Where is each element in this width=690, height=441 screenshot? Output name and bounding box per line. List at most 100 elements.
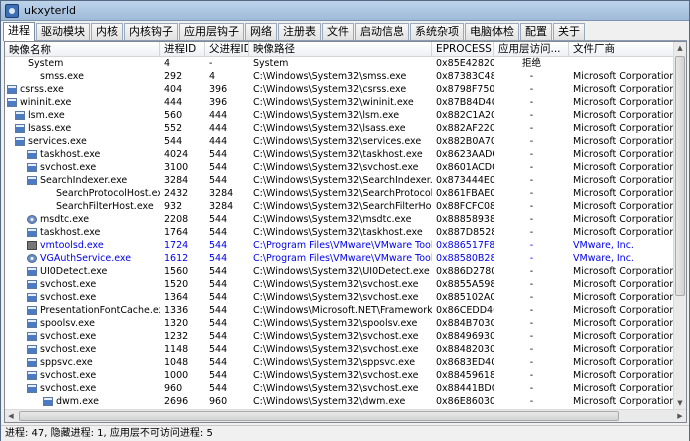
column-ppid[interactable]: 父进程ID (205, 42, 249, 57)
table-row[interactable]: dwm.exe 2696 960 C:\Windows\System32\dwm.ex… (5, 395, 675, 408)
cell-image-path: C:\Windows\System32\svchost.exe (253, 370, 419, 381)
cell-eprocess: 0x861FBAE0 (436, 188, 494, 199)
horizontal-scroll-thumb[interactable] (19, 411, 619, 421)
table-row[interactable]: System 4 - System 0x85E42820 拒绝 (5, 57, 675, 70)
table-row[interactable]: SearchProtocolHost.exe 2432 3284 C:\Windows… (5, 187, 675, 200)
cell-pid: 1232 (164, 331, 189, 342)
tab-3[interactable]: 内核钩子 (124, 23, 178, 40)
column-eprocess[interactable]: EPROCESS (432, 42, 494, 57)
tab-5[interactable]: 网络 (245, 23, 277, 40)
process-name: msdtc.exe (40, 214, 90, 225)
tab-1[interactable]: 驱动模块 (36, 23, 90, 40)
process-name: svchost.exe (40, 370, 97, 381)
cell-image-path: C:\Windows\System32\svchost.exe (253, 279, 419, 290)
vmware-icon (27, 241, 37, 250)
table-row[interactable]: wininit.exe 444 396 C:\Windows\System32\win… (5, 96, 675, 109)
title-bar[interactable]: ukxyterld (1, 1, 689, 21)
table-row[interactable]: spoolsv.exe 1320 544 C:\Windows\System32\sp… (5, 317, 675, 330)
cell-ppid: 544 (209, 266, 228, 277)
process-name: System (28, 58, 64, 69)
process-window-icon (15, 111, 25, 120)
cell-eprocess: 0x886517F8 (436, 240, 494, 251)
tab-7[interactable]: 文件 (322, 23, 354, 40)
cell-user-access: - (529, 136, 534, 147)
table-row[interactable]: taskhost.exe 1764 544 C:\Windows\System32\t… (5, 226, 675, 239)
table-row[interactable]: taskhost.exe 4024 544 C:\Windows\System32\t… (5, 148, 675, 161)
process-name: lsm.exe (28, 110, 65, 121)
cell-image-path: C:\Windows\System32\SearchProtocolHost..… (253, 188, 432, 199)
table-row[interactable]: svchost.exe 1364 544 C:\Windows\System32\sv… (5, 291, 675, 304)
cell-file-vendor: Microsoft Corporation (573, 123, 675, 134)
cell-pid: 552 (164, 123, 183, 134)
tab-8[interactable]: 启动信息 (355, 23, 409, 40)
table-row[interactable]: VGAuthService.exe 1612 544 C:\Program Files… (5, 252, 675, 265)
cell-image-name: spoolsv.exe (5, 317, 160, 330)
process-list[interactable]: 映像名称 进程ID 父进程ID 映像路径 EPROCESS 应用层访问... 文… (4, 41, 687, 423)
tab-0[interactable]: 进程 (3, 22, 35, 41)
table-row[interactable]: SearchFilterHost.exe 932 3284 C:\Windows\Sy… (5, 200, 675, 213)
cell-file-vendor: VMware, Inc. (573, 240, 634, 251)
table-row[interactable]: msdtc.exe 2208 544 C:\Windows\System32\msdt… (5, 213, 675, 226)
table-row[interactable]: PresentationFontCache.exe 1336 544 C:\Windo… (5, 304, 675, 317)
process-name: services.exe (28, 136, 87, 147)
cell-eprocess: 0x8601ACD0 (436, 162, 494, 173)
cell-eprocess: 0x88482030 (436, 344, 494, 355)
cell-user-access: - (529, 149, 534, 160)
cell-file-vendor: Microsoft Corporation (573, 149, 675, 160)
column-user-access[interactable]: 应用层访问... (494, 42, 569, 57)
tab-6[interactable]: 注册表 (278, 23, 321, 40)
vertical-scrollbar[interactable]: ▲ ▼ (673, 42, 686, 409)
tab-10[interactable]: 电脑体检 (465, 23, 519, 40)
table-row[interactable]: svchost.exe 1232 544 C:\Windows\System32\sv… (5, 330, 675, 343)
table-row[interactable]: lsm.exe 560 444 C:\Windows\System32\lsm.exe… (5, 109, 675, 122)
column-file-vendor[interactable]: 文件厂商 (569, 42, 675, 57)
cell-ppid: 544 (209, 149, 228, 160)
column-image-name[interactable]: 映像名称 (5, 42, 160, 57)
service-gear-icon (27, 254, 37, 263)
cell-pid: 2696 (164, 396, 189, 407)
cell-user-access: - (529, 201, 534, 212)
table-row[interactable]: smss.exe 292 4 C:\Windows\System32\smss.exe… (5, 70, 675, 83)
app-icon (5, 3, 19, 18)
cell-user-access: - (529, 110, 534, 121)
tab-4[interactable]: 应用层钩子 (179, 23, 244, 40)
scroll-up-icon[interactable]: ▲ (674, 42, 686, 54)
cell-image-name: svchost.exe (5, 369, 160, 382)
column-image-path[interactable]: 映像路径 (249, 42, 432, 57)
table-row[interactable]: lsass.exe 552 444 C:\Windows\System32\lsass… (5, 122, 675, 135)
scroll-down-icon[interactable]: ▼ (674, 397, 686, 409)
table-row[interactable]: svchost.exe 1000 544 C:\Windows\System32\sv… (5, 369, 675, 382)
tab-9[interactable]: 系统杂项 (410, 23, 464, 40)
table-row[interactable]: SearchIndexer.exe 3284 544 C:\Windows\Syste… (5, 174, 675, 187)
cell-eprocess: 0x88459618 (436, 370, 494, 381)
process-window-icon (27, 280, 37, 289)
table-row[interactable]: vmtoolsd.exe 1724 544 C:\Program Files\VMwa… (5, 239, 675, 252)
table-row[interactable]: svchost.exe 960 544 C:\Windows\System32\svc… (5, 382, 675, 395)
scroll-right-icon[interactable]: ▶ (674, 410, 686, 422)
table-row[interactable]: svchost.exe 1520 544 C:\Windows\System32\sv… (5, 278, 675, 291)
cell-ppid: 960 (209, 396, 228, 407)
scroll-left-icon[interactable]: ◀ (5, 410, 17, 422)
cell-eprocess: 0x873444E0 (436, 175, 494, 186)
vertical-scroll-thumb[interactable] (675, 56, 685, 296)
cell-user-access: - (529, 396, 534, 407)
table-row[interactable]: svchost.exe 3100 544 C:\Windows\System32\sv… (5, 161, 675, 174)
cell-eprocess: 0x88580B28 (436, 253, 494, 264)
cell-ppid: 544 (209, 240, 228, 251)
table-row[interactable]: services.exe 544 444 C:\Windows\System32\se… (5, 135, 675, 148)
table-row[interactable]: UI0Detect.exe 1560 544 C:\Windows\System32\… (5, 265, 675, 278)
cell-ppid: 396 (209, 97, 228, 108)
tab-2[interactable]: 内核 (91, 23, 123, 40)
cell-image-name: smss.exe (5, 70, 160, 83)
cell-user-access: - (529, 279, 534, 290)
tab-12[interactable]: 关于 (553, 23, 585, 40)
horizontal-scrollbar[interactable]: ◀ ▶ (5, 409, 686, 422)
table-row[interactable]: csrss.exe 404 396 C:\Windows\System32\csrss… (5, 83, 675, 96)
process-name: svchost.exe (40, 383, 97, 394)
column-pid[interactable]: 进程ID (160, 42, 205, 57)
table-row[interactable]: sppsvc.exe 1048 544 C:\Windows\System32\spp… (5, 356, 675, 369)
table-row[interactable]: svchost.exe 1148 544 C:\Windows\System32\sv… (5, 343, 675, 356)
tab-11[interactable]: 配置 (520, 23, 552, 40)
cell-file-vendor: VMware, Inc. (573, 253, 634, 264)
process-window-icon (27, 163, 37, 172)
